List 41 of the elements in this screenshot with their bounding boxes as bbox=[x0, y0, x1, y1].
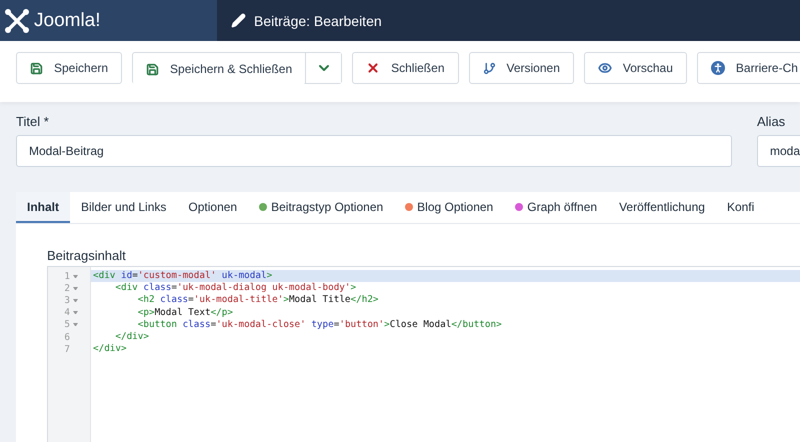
line-number: 2 bbox=[64, 282, 70, 294]
code-line: <h2 class='uk-modal-title'>Modal Title</h2> bbox=[136, 294, 380, 307]
alias-field[interactable]: moda bbox=[757, 135, 800, 167]
page-title: Beiträge: Bearbeiten bbox=[254, 12, 382, 28]
title-field[interactable]: Modal-Beitrag bbox=[16, 135, 732, 167]
logo-icon bbox=[4, 8, 30, 34]
fold-icon[interactable] bbox=[73, 274, 78, 278]
line-number: 1 bbox=[64, 270, 70, 282]
field-label: Titel * bbox=[16, 114, 50, 129]
code-editor[interactable] bbox=[47, 266, 800, 442]
save-icon bbox=[30, 62, 43, 74]
editor-label: Beitragsinhalt bbox=[47, 248, 127, 263]
toolbar-button[interactable]: Schließen bbox=[352, 52, 458, 84]
accessibility-icon bbox=[710, 61, 725, 75]
fold-icon[interactable] bbox=[73, 298, 78, 302]
branch-icon bbox=[482, 62, 496, 74]
fold-icon[interactable] bbox=[73, 311, 78, 314]
field-label: Alias bbox=[757, 114, 786, 129]
fold-icon[interactable] bbox=[73, 286, 78, 290]
code-line: </div> bbox=[92, 343, 128, 356]
code-line: <p>Modal Text</p> bbox=[136, 306, 234, 319]
toolbar-button[interactable]: Vorschau bbox=[584, 52, 687, 84]
close-icon bbox=[366, 61, 380, 75]
line-number: 3 bbox=[64, 294, 70, 306]
toolbar-button[interactable]: Barriere-Ch bbox=[696, 52, 800, 84]
line-number: 4 bbox=[64, 307, 70, 318]
save-icon bbox=[146, 62, 160, 76]
tab[interactable]: Inhalt bbox=[16, 192, 70, 223]
code-line: </div> bbox=[114, 330, 150, 344]
line-number: 5 bbox=[64, 319, 70, 330]
code-line: <div class='uk-modal-dialog uk-modal-body'> bbox=[114, 282, 358, 294]
toolbar-button[interactable]: Speichern bbox=[16, 52, 122, 84]
line-number: 7 bbox=[64, 344, 70, 355]
pencil-icon bbox=[231, 13, 246, 28]
dropdown-toggle[interactable] bbox=[305, 53, 342, 83]
toolbar-button[interactable]: Versionen bbox=[468, 52, 574, 84]
logo-text: Joomla! bbox=[34, 10, 101, 32]
code-line: <button class='uk-modal-close' type='button'>Close Modal</button> bbox=[136, 318, 503, 331]
eye-icon bbox=[598, 61, 612, 75]
line-number: 6 bbox=[64, 332, 70, 343]
fold-icon[interactable] bbox=[73, 323, 78, 326]
